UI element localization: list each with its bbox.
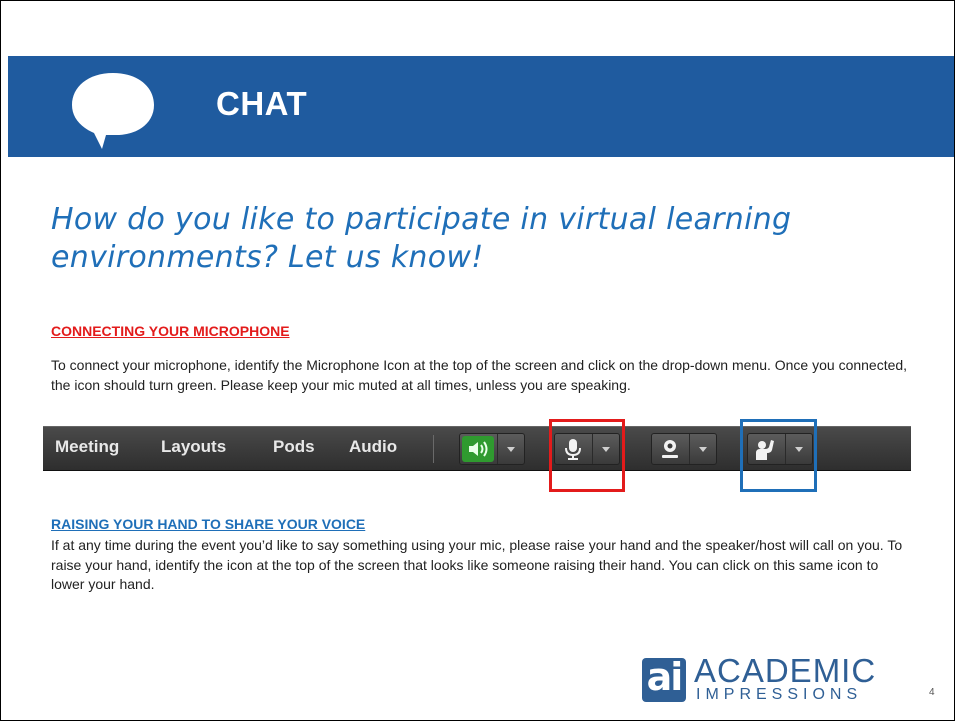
microphone-highlight-box	[549, 419, 625, 492]
webcam-button[interactable]	[651, 433, 717, 465]
logo-mark: ai	[642, 655, 686, 702]
slide: CHAT How do you like to participate in v…	[0, 0, 955, 721]
page-number: 4	[929, 687, 935, 698]
speaker-icon	[462, 436, 494, 462]
raise-hand-highlight-box	[740, 419, 817, 492]
logo-wordmark-bottom: IMPRESSIONS	[696, 686, 863, 703]
menu-pods[interactable]: Pods	[273, 437, 315, 457]
chat-bubble-icon	[72, 73, 154, 149]
speaker-dropdown-arrow[interactable]	[497, 434, 524, 464]
speaker-button[interactable]	[459, 433, 525, 465]
banner-title: CHAT	[216, 85, 308, 122]
webcam-icon	[662, 440, 678, 458]
menu-audio[interactable]: Audio	[349, 437, 397, 457]
webcam-dropdown-arrow[interactable]	[689, 434, 716, 464]
academic-impressions-logo: ai ACADEMIC IMPRESSIONS	[642, 652, 922, 706]
raise-hand-section-heading: RAISING YOUR HAND TO SHARE YOUR VOICE	[51, 516, 366, 532]
menu-layouts[interactable]: Layouts	[161, 437, 226, 457]
microphone-instructions: To connect your microphone, identify the…	[51, 357, 908, 393]
microphone-section-heading: CONNECTING YOUR MICROPHONE	[51, 323, 290, 339]
menu-meeting[interactable]: Meeting	[55, 437, 119, 457]
question-heading: How do you like to participate in virtua…	[51, 202, 792, 275]
toolbar-divider	[433, 435, 434, 463]
logo-wordmark-top: ACADEMIC	[694, 652, 877, 689]
raise-hand-instructions: If at any time during the event you’d li…	[51, 537, 903, 592]
